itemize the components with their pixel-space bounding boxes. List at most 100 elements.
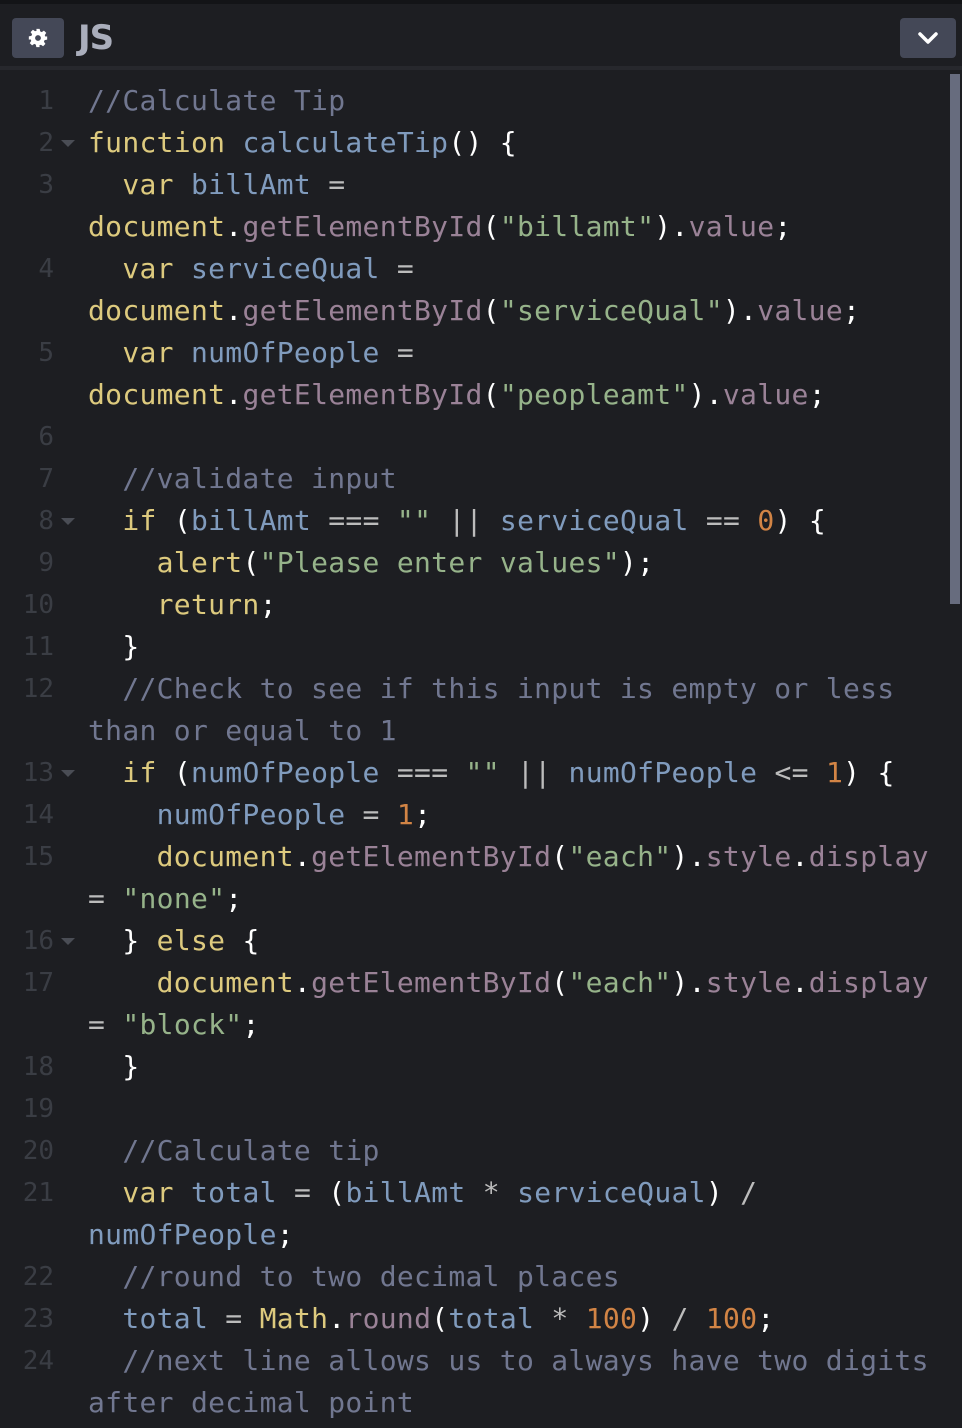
code-line[interactable]: 3 var billAmt = document.getElementById("… [0, 164, 942, 248]
token-punct [105, 1008, 122, 1041]
code-line[interactable]: 17 document.getElementById("each").style… [0, 962, 942, 1046]
code-line[interactable]: 2 function calculateTip() { [0, 122, 942, 164]
line-number: 5 [38, 338, 54, 368]
line-number: 24 [22, 1346, 54, 1376]
code-line[interactable]: 19 [0, 1088, 942, 1130]
token-op: = [328, 168, 346, 201]
collapse-button[interactable] [900, 18, 956, 58]
token-punct [500, 756, 517, 789]
line-number: 12 [22, 674, 54, 704]
fold-arrow-icon[interactable] [61, 140, 75, 147]
token-string: "block" [122, 1008, 243, 1041]
fold-arrow-icon[interactable] [61, 518, 75, 525]
token-prop: style [705, 966, 792, 999]
token-keyword: else [156, 924, 226, 957]
code-line[interactable]: 22 //round to two decimal places [0, 1256, 942, 1298]
token-def: numOfPeople [190, 336, 380, 369]
settings-button[interactable] [12, 18, 64, 58]
token-punct [431, 504, 448, 537]
code-line[interactable]: 14 numOfPeople = 1; [0, 794, 942, 836]
code-line[interactable]: 12 //Check to see if this input is empty… [0, 668, 942, 752]
fold-arrow-icon[interactable] [61, 938, 75, 945]
line-code: return; [88, 584, 942, 626]
token-punct [380, 756, 397, 789]
code-line[interactable]: 8 if (billAmt === "" || serviceQual == 0… [0, 500, 942, 542]
token-op: = [396, 252, 415, 285]
line-number: 6 [38, 422, 54, 452]
token-number: 0 [757, 504, 775, 537]
token-punct: ( [242, 546, 260, 579]
code-line[interactable]: 11 } [0, 626, 942, 668]
code-line[interactable]: 23 total = Math.round(total * 100) / 100… [0, 1298, 942, 1340]
token-punct [345, 798, 362, 831]
token-punct [483, 504, 500, 537]
code-line[interactable]: 6 [0, 416, 942, 458]
line-gutter: 14 [0, 794, 88, 836]
token-punct [689, 1302, 706, 1335]
gear-icon [28, 28, 48, 48]
token-var: serviceQual [499, 504, 689, 537]
line-number: 20 [22, 1136, 54, 1166]
code-line[interactable]: 7 //validate input [0, 458, 942, 500]
code-line[interactable]: 16 } else { [0, 920, 942, 962]
token-punct: } [88, 924, 157, 957]
token-punct [88, 672, 122, 705]
code-line[interactable]: 5 var numOfPeople = document.getElementBy… [0, 332, 942, 416]
token-punct [757, 756, 774, 789]
token-prop: getElementById [242, 210, 483, 243]
line-gutter: 18 [0, 1046, 88, 1088]
token-punct: ); [619, 546, 655, 579]
token-op: = [293, 1176, 312, 1209]
code-line[interactable]: 20 //Calculate tip [0, 1130, 942, 1172]
fold-arrow-icon[interactable] [61, 770, 75, 777]
token-var: numOfPeople [88, 1218, 277, 1251]
token-string: "none" [122, 882, 226, 915]
token-punct: () { [448, 126, 517, 159]
code-line[interactable]: 10 return; [0, 584, 942, 626]
token-prop: round [345, 1302, 432, 1335]
token-var: serviceQual [517, 1176, 706, 1209]
code-line[interactable]: 21 var total = (billAmt * serviceQual) /… [0, 1172, 942, 1256]
line-gutter: 1 [0, 80, 88, 122]
vertical-scrollbar[interactable] [950, 74, 960, 604]
token-punct: ; [242, 1008, 260, 1041]
line-code: var numOfPeople = document.getElementById… [88, 332, 942, 416]
token-punct [88, 1302, 122, 1335]
token-punct: ; [414, 798, 432, 831]
code-line[interactable]: 4 var serviceQual = document.getElementBy… [0, 248, 942, 332]
token-keyword: var [122, 1176, 174, 1209]
token-punct [88, 798, 157, 831]
token-op: * [551, 1302, 569, 1335]
token-string: "each" [568, 966, 672, 999]
line-number: 9 [38, 548, 54, 578]
code-line[interactable]: 9 alert("Please enter values"); [0, 542, 942, 584]
line-code [88, 1088, 942, 1130]
code-line[interactable]: 1 //Calculate Tip [0, 80, 942, 122]
token-punct: ). [722, 294, 758, 327]
token-number: 1 [396, 798, 415, 831]
code-line[interactable]: 24 //next line allows us to always have … [0, 1340, 942, 1424]
line-gutter: 21 [0, 1172, 88, 1256]
line-code: function calculateTip() { [88, 122, 942, 164]
line-code: //round to two decimal places [88, 1256, 942, 1298]
line-code: var total = (billAmt * serviceQual) / num… [88, 1172, 942, 1256]
line-gutter: 15 [0, 836, 88, 920]
code-line[interactable]: 15 document.getElementById("each").style… [0, 836, 942, 920]
token-punct: ) { [843, 756, 895, 789]
token-keyword: var [122, 252, 174, 285]
token-op: === [328, 504, 380, 537]
token-var: total [122, 1302, 209, 1335]
code-line[interactable]: 18 } [0, 1046, 942, 1088]
token-punct: ; [757, 1302, 775, 1335]
token-punct: ( [311, 1176, 346, 1209]
line-number: 13 [22, 758, 54, 788]
token-punct: ( [482, 378, 500, 411]
token-op: || [448, 504, 483, 537]
token-punct [208, 1302, 225, 1335]
code-line[interactable]: 13 if (numOfPeople === "" || numOfPeople… [0, 752, 942, 794]
token-punct [88, 336, 122, 369]
token-punct: { [225, 924, 260, 957]
token-punct [88, 588, 157, 621]
token-punct [569, 1302, 586, 1335]
code-editor[interactable]: 1//Calculate Tip 2 function calculateTip()… [0, 70, 962, 1428]
